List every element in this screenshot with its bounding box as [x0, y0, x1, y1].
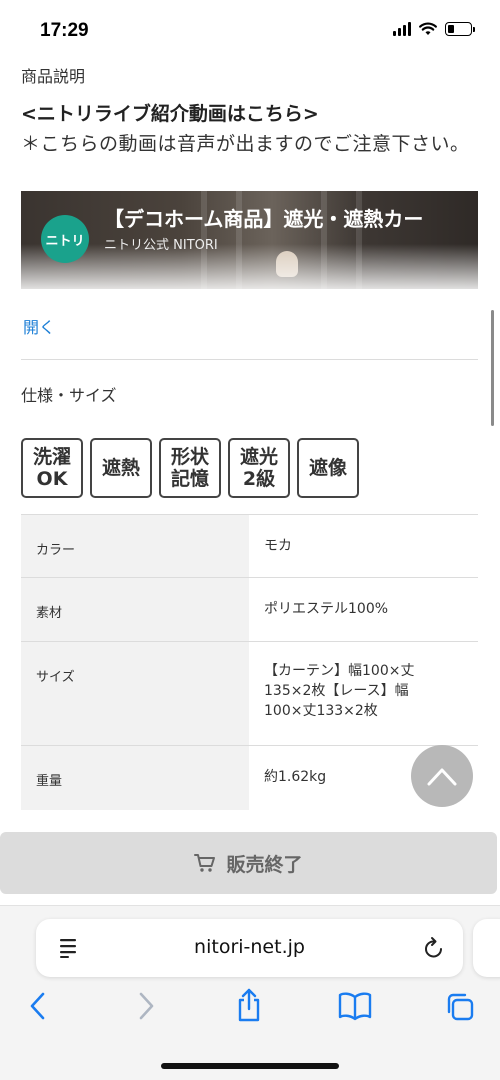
spec-key: 素材 — [21, 578, 249, 641]
feature-badges: 洗濯 OK 遮熱 形状 記憶 遮光 2級 遮像 — [21, 438, 359, 498]
badge-blackout: 遮光 2級 — [228, 438, 290, 498]
bookmarks-icon[interactable] — [338, 991, 372, 1021]
table-row: カラー モカ — [21, 515, 478, 578]
spec-table: カラー モカ 素材 ポリエステル100% サイズ 【カーテン】幅100×丈135… — [21, 514, 478, 810]
browser-toolbar — [0, 988, 500, 1031]
status-time: 17:29 — [40, 20, 89, 41]
spec-key: サイズ — [21, 642, 249, 745]
video-channel: ニトリ公式 NITORI — [104, 238, 218, 253]
table-row: 重量 約1.62kg — [21, 746, 478, 810]
video-note: ＊こちらの動画は音声が出ますのでご注意下さい。 — [21, 133, 470, 155]
spec-value: モカ — [264, 538, 292, 554]
video-title[interactable]: 【デコホーム商品】遮光・遮熱カー — [104, 203, 423, 232]
reload-icon[interactable] — [423, 936, 445, 960]
battery-icon — [445, 22, 475, 36]
badge-shape-memory: 形状 記憶 — [159, 438, 221, 498]
badge-washable: 洗濯 OK — [21, 438, 83, 498]
browser-chrome: nitori-net.jp — [0, 905, 500, 1080]
divider — [21, 359, 478, 360]
url-text[interactable]: nitori-net.jp — [36, 936, 463, 958]
video-embed[interactable]: ニトリ 【デコホーム商品】遮光・遮熱カー ニトリ公式 NITORI — [21, 191, 478, 289]
badge-heat-shield: 遮熱 — [90, 438, 152, 498]
channel-logo[interactable]: ニトリ — [41, 215, 89, 263]
signal-icon — [393, 22, 411, 36]
scroll-indicator[interactable] — [491, 310, 494, 426]
open-link[interactable]: 開く — [23, 314, 55, 338]
badge-privacy: 遮像 — [297, 438, 359, 498]
share-icon[interactable] — [235, 987, 263, 1023]
table-row: 素材 ポリエステル100% — [21, 578, 478, 642]
home-indicator — [161, 1063, 339, 1069]
tabs-icon[interactable] — [444, 991, 476, 1023]
address-bar[interactable]: nitori-net.jp — [36, 919, 463, 977]
spec-value: 【カーテン】幅100×丈135×2枚【レース】幅100×丈133×2枚 — [264, 663, 415, 719]
wifi-icon — [419, 22, 437, 35]
spec-key: カラー — [21, 515, 249, 577]
table-row: サイズ 【カーテン】幅100×丈135×2枚【レース】幅100×丈133×2枚 — [21, 642, 478, 746]
chevron-up-icon — [427, 768, 457, 786]
back-icon[interactable] — [28, 991, 48, 1021]
forward-icon[interactable] — [136, 991, 156, 1021]
sold-out-button[interactable]: 販売終了 — [0, 832, 497, 894]
scroll-to-top-button[interactable] — [411, 745, 473, 807]
status-icons — [393, 22, 475, 36]
next-tab-preview[interactable] — [473, 919, 500, 977]
video-heading: <ニトリライブ紹介動画はこちら> — [21, 103, 319, 125]
cart-icon — [194, 854, 216, 872]
spec-value: ポリエステル100% — [264, 601, 389, 617]
sold-out-label: 販売終了 — [226, 853, 303, 876]
specs-label: 仕様・サイズ — [21, 386, 117, 405]
spec-key: 重量 — [21, 746, 249, 810]
status-bar: 17:29 — [0, 0, 500, 60]
description-label: 商品説明 — [21, 67, 86, 86]
